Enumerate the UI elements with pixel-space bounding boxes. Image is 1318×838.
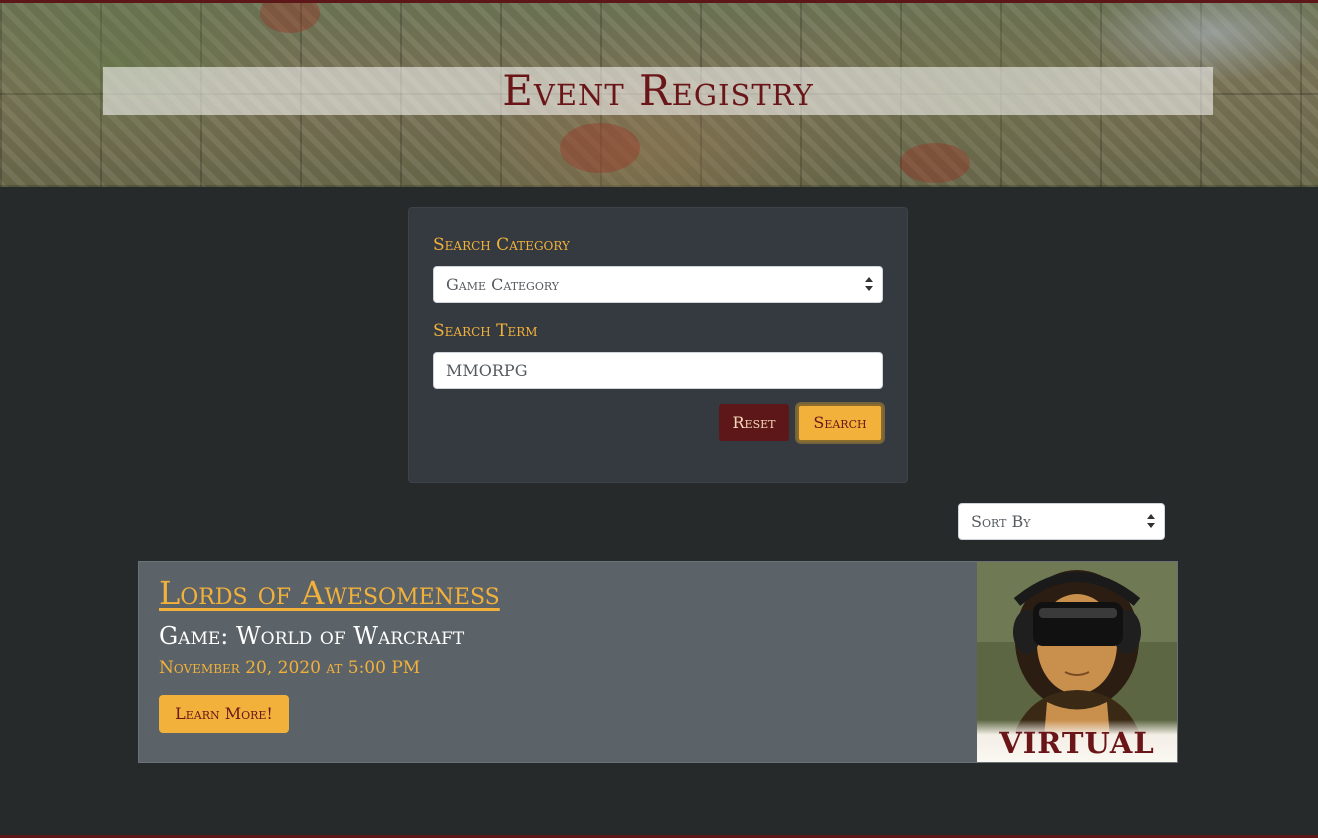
event-card: Lords of Awesomeness Game: World of Warc…	[138, 561, 1178, 763]
search-term-input[interactable]: MMORPG	[433, 352, 883, 389]
banner-decoration	[900, 143, 970, 183]
page-title-strip: Event Registry	[103, 67, 1213, 115]
thumbnail-caption: VIRTUAL	[999, 726, 1155, 760]
search-category-value: Game Category	[446, 275, 560, 294]
search-term-label: Search Term	[433, 321, 538, 341]
reset-button[interactable]: Reset	[719, 404, 789, 441]
page-title: Event Registry	[502, 66, 814, 115]
event-date: November 20, 2020 at 5:00 PM	[159, 658, 421, 678]
sort-by-select[interactable]: Sort By	[958, 503, 1165, 540]
search-category-select[interactable]: Game Category	[433, 266, 883, 303]
event-game: Game: World of Warcraft	[159, 622, 465, 650]
event-thumbnail: VIRTUAL	[977, 562, 1177, 762]
header-banner: Event Registry	[0, 3, 1318, 187]
search-panel: Search Category Game Category Search Ter…	[408, 207, 908, 483]
search-button[interactable]: Search	[797, 404, 883, 442]
select-arrows-icon	[1147, 514, 1155, 528]
sort-by-value: Sort By	[971, 512, 1031, 531]
banner-decoration	[260, 3, 320, 33]
search-term-value: MMORPG	[446, 361, 528, 380]
banner-decoration	[560, 123, 640, 173]
learn-more-button[interactable]: Learn More!	[159, 695, 289, 733]
search-category-label: Search Category	[433, 235, 570, 255]
event-title-link[interactable]: Lords of Awesomeness	[159, 574, 500, 612]
select-arrows-icon	[865, 277, 873, 291]
